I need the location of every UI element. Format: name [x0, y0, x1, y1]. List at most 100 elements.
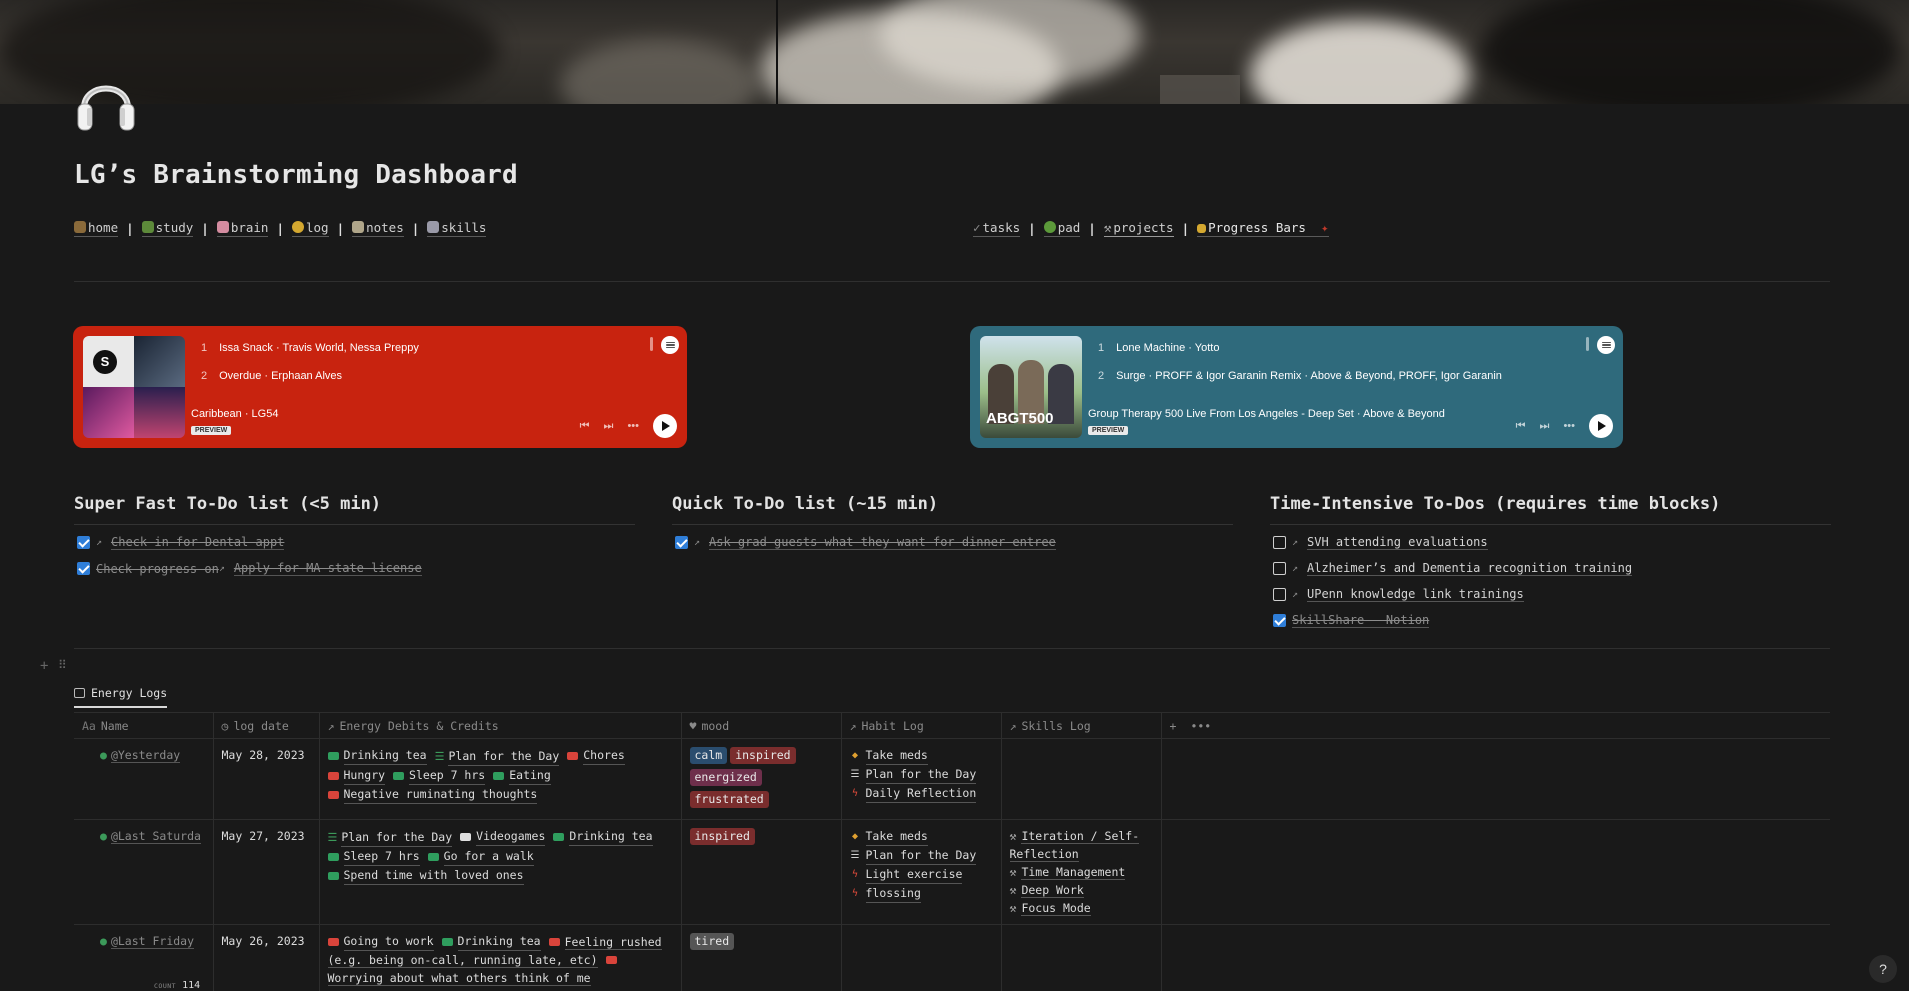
habit-item[interactable]: ◆ Take meds	[850, 827, 993, 846]
mood-tag[interactable]: calm	[689, 747, 728, 764]
nav-link-tasks[interactable]: ✓ tasks	[973, 220, 1021, 237]
more-icon[interactable]: •••	[1190, 719, 1211, 733]
mood-tag[interactable]: frustrated	[689, 791, 769, 808]
relation-chip[interactable]: Videogames	[460, 827, 546, 846]
relation-chip[interactable]: Sleep 7 hrs	[393, 766, 486, 785]
nav-link-notes[interactable]: notes	[352, 220, 404, 237]
habit-item[interactable]: ϟ Daily Reflection	[850, 784, 993, 803]
cell-mood[interactable]: calm inspired energized frustrated	[681, 738, 842, 820]
relation-chip[interactable]: Drinking tea	[441, 932, 541, 951]
skill-item[interactable]: ⚒ Deep Work	[1010, 881, 1153, 899]
cell-habit-log[interactable]	[841, 924, 1002, 991]
drag-handle-icon[interactable]: ⠿	[58, 658, 67, 672]
spotify-embed-caribbean[interactable]: S 1 Issa Snack · Travis World, Nessa Prep…	[73, 326, 687, 448]
cell-name[interactable]: ● @Last Saturda	[74, 819, 214, 925]
track-item[interactable]: 2 Surge · PROFF & Igor Garanin Remix · Ab…	[1098, 370, 1502, 382]
relation-chip[interactable]: ☰ Plan for the Day	[435, 747, 560, 766]
relation-chip[interactable]: Hungry	[327, 766, 386, 785]
relation-chip[interactable]: Drinking tea	[327, 746, 427, 765]
cell-energy[interactable]: Drinking tea ☰ Plan for the Day Chores Hungr…	[319, 738, 682, 820]
cell-mood[interactable]: inspired	[681, 819, 842, 925]
column-header-name[interactable]: Aa Name	[74, 712, 214, 739]
cell-name[interactable]: ● @Yesterday	[74, 738, 214, 820]
todo-item[interactable]: SkillShare - Notion	[1273, 613, 1430, 628]
nav-link-home[interactable]: home	[74, 220, 119, 237]
todo-item[interactable]: Check progress on ↗ Apply for MA state l…	[77, 561, 422, 576]
previous-icon[interactable]: ⏮	[580, 420, 590, 433]
column-header-energy[interactable]: ↗ Energy Debits & Credits	[319, 712, 682, 739]
mood-tag[interactable]: inspired	[730, 747, 796, 764]
scroll-handle[interactable]	[650, 337, 653, 351]
checkbox[interactable]	[77, 536, 90, 549]
track-item[interactable]: 1 Lone Machine · Yotto	[1098, 342, 1219, 354]
add-column-icon[interactable]: +	[1170, 719, 1177, 733]
habit-item[interactable]: ◆ Take meds	[850, 746, 993, 765]
checkbox[interactable]	[1273, 562, 1286, 575]
habit-item[interactable]: ϟ Light exercise	[850, 865, 993, 884]
nav-link-brain[interactable]: brain	[216, 220, 269, 237]
more-icon[interactable]: •••	[627, 420, 639, 432]
track-item[interactable]: 1 Issa Snack · Travis World, Nessa Preppy	[201, 342, 419, 354]
column-header-skills-log[interactable]: ↗ Skills Log	[1001, 712, 1162, 739]
todo-item[interactable]: ↗ Ask grad guests what they want for din…	[675, 535, 1056, 550]
more-icon[interactable]: •••	[1563, 420, 1575, 432]
mood-tag[interactable]: inspired	[689, 828, 755, 845]
mood-tag[interactable]: tired	[689, 933, 735, 950]
relation-chip[interactable]: Eating	[493, 766, 551, 785]
skill-item[interactable]: ⚒ Time Management	[1010, 863, 1153, 881]
habit-item[interactable]: ϟ flossing	[850, 884, 993, 903]
skill-item[interactable]: ⚒ Iteration / Self-Reflection	[1009, 827, 1153, 863]
nav-link-pad[interactable]: pad	[1043, 220, 1081, 237]
spotify-logo-icon[interactable]	[1597, 336, 1615, 354]
next-icon[interactable]: ⏭	[1540, 420, 1550, 433]
cell-habit-log[interactable]: ◆ Take meds ☰ Plan for the Day ϟ Daily Reflec…	[841, 738, 1002, 820]
column-header-habit-log[interactable]: ↗ Habit Log	[841, 712, 1002, 739]
nav-link-log[interactable]: log	[291, 220, 329, 237]
track-item[interactable]: 2 Overdue · Erphaan Alves	[201, 370, 342, 382]
table-row[interactable]: ● @Yesterday May 28, 2023 Drinking tea ☰ Plan…	[74, 738, 1830, 820]
todo-item[interactable]: ↗ UPenn knowledge link trainings	[1273, 587, 1524, 602]
todo-item[interactable]: ↗ SVH attending evaluations	[1273, 535, 1488, 550]
habit-item[interactable]: ☰ Plan for the Day	[850, 846, 993, 865]
next-icon[interactable]: ⏭	[604, 420, 614, 433]
habit-item[interactable]: ☰ Plan for the Day	[850, 765, 993, 784]
cell-energy[interactable]: ☰ Plan for the Day Videogames Drinking tea S…	[319, 819, 682, 925]
relation-chip[interactable]: Spend time with loved ones	[327, 866, 524, 885]
nav-link-progress-bars[interactable]: Progress Bars ✦	[1197, 220, 1329, 237]
mood-tag[interactable]: energized	[689, 769, 762, 786]
column-header-log-date[interactable]: ◷ log date	[213, 712, 320, 739]
cell-skills-log[interactable]	[1001, 738, 1162, 820]
relation-chip[interactable]: Sleep 7 hrs	[327, 847, 420, 866]
tab-energy-logs[interactable]: Energy Logs	[74, 686, 168, 708]
add-block-icon[interactable]: +	[40, 658, 48, 674]
nav-link-skills[interactable]: skills	[427, 220, 487, 237]
help-button[interactable]: ?	[1869, 955, 1897, 983]
previous-icon[interactable]: ⏮	[1516, 420, 1526, 433]
relation-chip[interactable]: Negative ruminating thoughts	[327, 785, 538, 804]
relation-chip[interactable]: ☰ Plan for the Day	[328, 828, 453, 847]
cell-habit-log[interactable]: ◆ Take meds ☰ Plan for the Day ϟ Light exerci…	[841, 819, 1002, 925]
cell-skills-log[interactable]: ⚒ Iteration / Self-Reflection ⚒ Time Manage…	[1001, 819, 1162, 925]
todo-item[interactable]: ↗ Alzheimer’s and Dementia recognition t…	[1273, 561, 1633, 576]
todo-item[interactable]: ↗ Check in for Dental appt	[77, 535, 285, 550]
play-button[interactable]	[653, 414, 677, 438]
skill-item[interactable]: ⚒ Focus Mode	[1010, 899, 1153, 917]
checkbox[interactable]	[1273, 588, 1286, 601]
nav-link-study[interactable]: study	[141, 220, 194, 237]
checkbox[interactable]	[77, 562, 90, 575]
table-row[interactable]: ● @Last Friday May 26, 2023 Going to work Dr…	[74, 924, 1830, 991]
spotify-logo-icon[interactable]	[661, 336, 679, 354]
play-button[interactable]	[1589, 414, 1613, 438]
scroll-handle[interactable]	[1586, 337, 1589, 351]
spotify-embed-group-therapy[interactable]: ABGT500 1 Lone Machine · Yotto 2 Surge · P…	[970, 326, 1623, 448]
cell-skills-log[interactable]	[1001, 924, 1162, 991]
cell-energy[interactable]: Going to work Drinking tea Feeling rushed …	[319, 924, 682, 991]
relation-chip[interactable]: Go for a walk	[427, 847, 534, 866]
cell-mood[interactable]: tired	[681, 924, 842, 991]
relation-chip[interactable]: Chores	[567, 746, 625, 765]
checkbox[interactable]	[1273, 536, 1286, 549]
table-row[interactable]: ● @Last Saturda May 27, 2023 ☰ Plan for the …	[74, 819, 1830, 925]
relation-chip[interactable]: Going to work	[327, 932, 434, 951]
column-header-mood[interactable]: ♥ mood	[681, 712, 842, 739]
checkbox[interactable]	[1273, 614, 1286, 627]
